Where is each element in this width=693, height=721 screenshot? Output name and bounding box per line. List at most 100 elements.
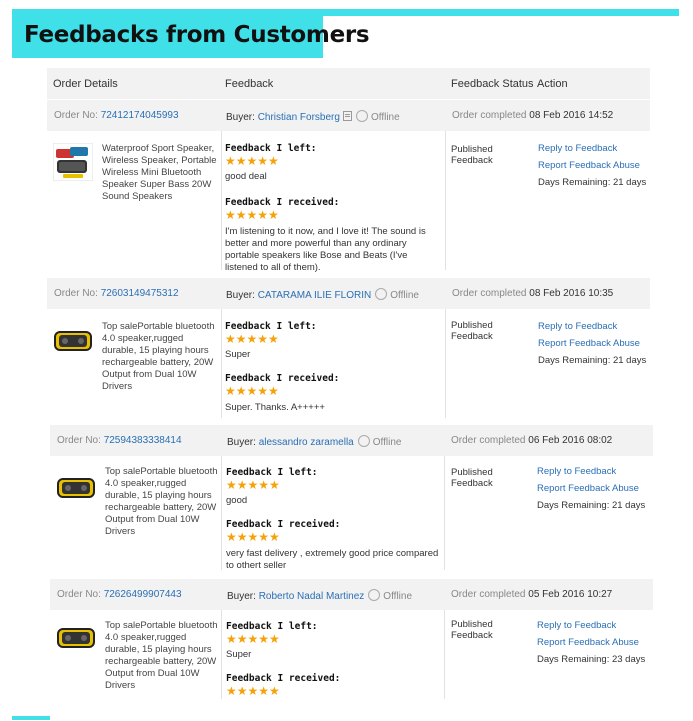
- order-number-link[interactable]: 72603149475312: [101, 288, 179, 299]
- feedback-received-label: Feedback I received:: [226, 673, 341, 684]
- product-image-bluetooth-speaker[interactable]: [56, 469, 96, 507]
- reply-to-feedback-link[interactable]: Reply to Feedback: [537, 463, 645, 480]
- star-rating-left: ★★★★★: [225, 154, 279, 168]
- feedback-left-text: good deal: [225, 171, 267, 182]
- buyer-name-link[interactable]: alessandro zaramella: [259, 437, 354, 448]
- buyer-name-link[interactable]: CATARAMA ILIE FLORIN: [258, 290, 372, 301]
- report-feedback-abuse-link[interactable]: Report Feedback Abuse: [538, 157, 646, 174]
- star-rating-left: ★★★★★: [226, 632, 280, 646]
- order-completed-label: Order completed: [452, 110, 527, 121]
- order-completed-label: Order completed: [452, 288, 527, 299]
- reply-to-feedback-link[interactable]: Reply to Feedback: [538, 318, 646, 335]
- feedback-status: Published Feedback: [451, 144, 493, 166]
- star-rating-received: ★★★★★: [225, 208, 279, 222]
- column-divider: [444, 456, 445, 570]
- column-divider: [221, 610, 222, 699]
- reply-to-feedback-link[interactable]: Reply to Feedback: [537, 617, 645, 634]
- column-divider: [221, 456, 222, 570]
- feedback-status: Published Feedback: [451, 320, 493, 342]
- product-title[interactable]: Top salePortable bluetooth 4.0 speaker,r…: [102, 321, 217, 393]
- column-divider: [221, 309, 222, 418]
- column-divider: [445, 131, 446, 270]
- order-no-label: Order No:: [57, 435, 101, 446]
- order-no-label: Order No:: [57, 589, 101, 600]
- order-block: Order No: 72626499907443 Buyer: Roberto …: [50, 579, 653, 699]
- feedback-received-text: very fast delivery , extremely good pric…: [226, 548, 439, 571]
- order-header-row: Order No: 72626499907443 Buyer: Roberto …: [50, 579, 653, 610]
- order-completed-date: 08 Feb 2016 14:52: [529, 110, 614, 121]
- order-block: Order No: 72594383338414 Buyer: alessand…: [50, 425, 653, 571]
- column-divider: [221, 131, 222, 270]
- feedback-left-label: Feedback I left:: [226, 467, 318, 478]
- order-block: Order No: 72412174045993 Buyer: Christia…: [47, 100, 650, 273]
- product-image-bluetooth-speaker[interactable]: [53, 322, 93, 360]
- buyer-name-link[interactable]: Roberto Nadal Martinez: [259, 591, 365, 602]
- feedback-received-label: Feedback I received:: [226, 519, 341, 530]
- order-number-link[interactable]: 72412174045993: [101, 110, 179, 121]
- offline-label: Offline: [390, 290, 419, 301]
- days-remaining: Days Remaining: 21 days: [538, 177, 647, 188]
- column-divider: [444, 610, 445, 699]
- product-title[interactable]: Waterproof Sport Speaker, Wireless Speak…: [102, 143, 217, 203]
- product-title[interactable]: Top salePortable bluetooth 4.0 speaker,r…: [105, 466, 220, 538]
- column-feedback-status: Feedback Status: [451, 78, 534, 90]
- days-remaining: Days Remaining: 23 days: [537, 654, 646, 665]
- feedback-received-text: I'm listening to it now, and I love it! …: [225, 226, 426, 273]
- product-image-waterproof-speaker[interactable]: [53, 143, 93, 181]
- offline-status-icon: [355, 110, 368, 122]
- feedback-received-text: Super. Thanks. A+++++: [225, 402, 325, 413]
- order-header-row: Order No: 72603149475312 Buyer: CATARAMA…: [47, 278, 650, 309]
- order-header-row: Order No: 72412174045993 Buyer: Christia…: [47, 100, 650, 131]
- buyer-name-link[interactable]: Christian Forsberg: [258, 112, 340, 123]
- days-remaining: Days Remaining: 21 days: [538, 355, 647, 366]
- feedback-left-text: good: [226, 495, 248, 506]
- column-order-details: Order Details: [53, 78, 118, 90]
- order-block: Order No: 72603149475312 Buyer: CATARAMA…: [47, 278, 650, 418]
- report-feedback-abuse-link[interactable]: Report Feedback Abuse: [537, 480, 645, 497]
- star-rating-left: ★★★★★: [225, 332, 279, 346]
- product-image-bluetooth-speaker[interactable]: [56, 619, 96, 657]
- order-no-label: Order No:: [54, 110, 98, 121]
- star-rating-left: ★★★★★: [226, 478, 280, 492]
- order-completed-date: 05 Feb 2016 10:27: [528, 589, 613, 600]
- offline-label: Offline: [370, 112, 400, 123]
- feedback-received-label: Feedback I received:: [225, 197, 340, 208]
- buyer-label: Buyer:: [227, 591, 256, 602]
- feedback-left-label: Feedback I left:: [225, 321, 317, 332]
- accent-bar-bottom: [12, 716, 50, 720]
- reply-to-feedback-link[interactable]: Reply to Feedback: [538, 140, 646, 157]
- offline-label: Offline: [372, 437, 402, 448]
- order-completed-label: Order completed: [451, 435, 526, 446]
- buyer-label: Buyer:: [226, 112, 255, 123]
- feedback-left-label: Feedback I left:: [226, 621, 318, 632]
- order-completed-date: 08 Feb 2016 10:35: [529, 288, 614, 299]
- feedback-left-text: Super: [225, 349, 251, 360]
- feedback-status: Published Feedback: [451, 619, 493, 641]
- product-title[interactable]: Top salePortable bluetooth 4.0 speaker,r…: [105, 620, 220, 692]
- order-number-link[interactable]: 72594383338414: [104, 435, 182, 446]
- feedback-status: Published Feedback: [451, 467, 493, 489]
- order-completed-date: 06 Feb 2016 08:02: [528, 435, 613, 446]
- column-divider: [445, 309, 446, 418]
- buyer-label: Buyer:: [226, 290, 255, 301]
- column-action: Action: [537, 78, 568, 90]
- order-number-link[interactable]: 72626499907443: [104, 589, 182, 600]
- star-rating-received: ★★★★★: [226, 530, 280, 544]
- order-header-row: Order No: 72594383338414 Buyer: alessand…: [50, 425, 653, 456]
- column-feedback: Feedback: [225, 78, 274, 90]
- report-feedback-abuse-link[interactable]: Report Feedback Abuse: [538, 335, 646, 352]
- accent-bar-top: [12, 9, 679, 16]
- order-completed-label: Order completed: [451, 589, 526, 600]
- offline-label: Offline: [383, 591, 413, 602]
- buyer-label: Buyer:: [227, 437, 256, 448]
- feedback-left-text: Super: [226, 649, 252, 660]
- note-icon[interactable]: [342, 111, 352, 121]
- order-no-label: Order No:: [54, 288, 98, 299]
- feedback-received-label: Feedback I received:: [225, 373, 340, 384]
- feedback-left-label: Feedback I left:: [225, 143, 317, 154]
- star-rating-received: ★★★★★: [226, 684, 280, 698]
- offline-status-icon: [375, 288, 388, 300]
- table-header: Order Details Feedback Feedback Status A…: [47, 68, 650, 99]
- report-feedback-abuse-link[interactable]: Report Feedback Abuse: [537, 634, 645, 651]
- offline-status-icon: [368, 589, 381, 601]
